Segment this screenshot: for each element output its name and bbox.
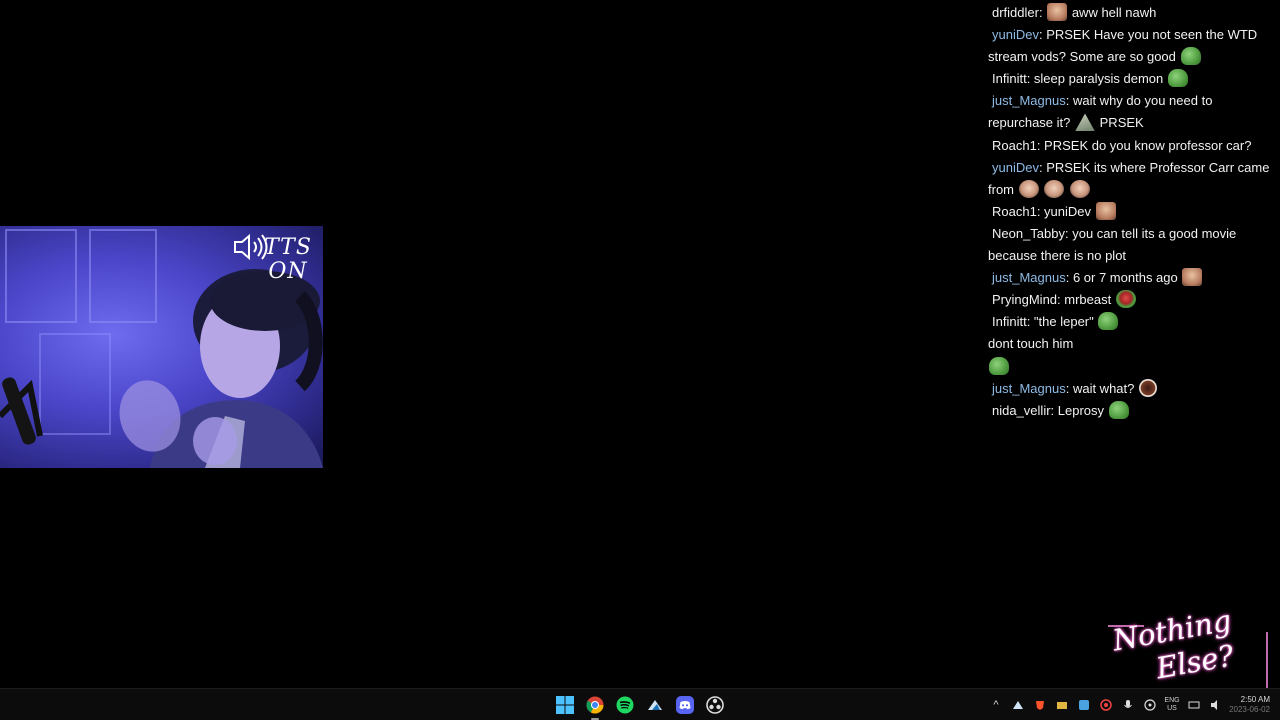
chat-message xyxy=(988,356,1274,378)
windows-icon xyxy=(556,695,574,714)
frog-emote-icon xyxy=(989,356,1009,375)
obs-icon xyxy=(706,695,724,714)
frog-emote-icon xyxy=(1098,312,1119,331)
chat-message: drfiddler: aww hell nawh xyxy=(992,3,1157,21)
region-label: US xyxy=(1167,704,1177,712)
chat-username: Roach1 xyxy=(992,137,1037,153)
taskbar-apps xyxy=(553,689,727,720)
folder-tray-icon[interactable] xyxy=(1054,697,1070,713)
chrome-icon xyxy=(586,696,604,713)
chat-username: just_Magnus xyxy=(992,93,1066,109)
chat-message: Neon_Tabby: you can tell its a good movi… xyxy=(988,225,1237,264)
volume-icon[interactable] xyxy=(1208,697,1224,713)
chat-message: just_Magnus: 6 or 7 months ago xyxy=(988,267,1274,289)
chat-text-extra: PRSEK xyxy=(1099,115,1144,131)
chat-username: yuniDev xyxy=(992,159,1039,175)
chat-username: Neon_Tabby xyxy=(992,225,1065,241)
chat-username: yuniDev xyxy=(992,27,1039,43)
steam-tray-icon[interactable] xyxy=(1010,697,1026,713)
chat-message: Infinitt: "the leper" xyxy=(988,311,1274,333)
spotify-icon xyxy=(616,696,634,713)
clock-date: 2023-06-02 xyxy=(1229,705,1270,714)
chat-text: wait what? xyxy=(1072,380,1135,396)
network-icon[interactable] xyxy=(1186,697,1202,713)
tray-overflow-chevron-up-icon[interactable]: ^ xyxy=(988,697,1004,713)
spotify-taskbar-button[interactable] xyxy=(613,693,637,717)
chat-text: sleep paralysis demon xyxy=(1033,71,1164,87)
chat-message: dont touch him xyxy=(988,333,1274,355)
frog-emote-icon xyxy=(1115,290,1136,309)
app-tray-icon[interactable] xyxy=(1076,697,1092,713)
head-emote-icon xyxy=(1069,179,1090,198)
language-indicator[interactable]: ENG US xyxy=(1164,697,1180,713)
pyramid-emote-icon xyxy=(1075,113,1096,132)
chat-text: dont touch him xyxy=(988,336,1074,352)
tts-line-1: TTS xyxy=(264,235,312,260)
chat-overlay: drfiddler: aww hell nawh yuniDev: PRSEK … xyxy=(988,2,1274,422)
chat-message: just_Magnus: wait what? xyxy=(988,378,1274,400)
obs-tray-icon[interactable] xyxy=(1142,697,1158,713)
face-emote-icon xyxy=(1182,268,1203,287)
chat-message: Roach1: PRSEK do you know professor car? xyxy=(992,137,1252,153)
chat-username: PryingMind xyxy=(992,292,1058,308)
chat-text: PRSEK do you know professor car? xyxy=(1044,137,1252,153)
chat-text: mrbeast xyxy=(1064,292,1112,308)
chat-text: Leprosy xyxy=(1057,402,1105,418)
chrome-taskbar-button[interactable] xyxy=(583,693,607,720)
chat-username: just_Magnus xyxy=(992,270,1066,286)
chat-message: just_Magnus: wait why do you need to rep… xyxy=(988,93,1213,132)
language-label: ENG xyxy=(1164,696,1180,704)
chat-text: "the leper" xyxy=(1033,314,1094,330)
steam-taskbar-button[interactable] xyxy=(643,693,667,717)
tts-label: TTS ON xyxy=(263,236,313,284)
frog-emote-icon xyxy=(1108,400,1129,419)
frog-emote-icon xyxy=(1167,69,1188,88)
chat-username: Infinitt xyxy=(992,71,1027,87)
taskbar: ^ ENG US 2:50 AM 2023-06-02 xyxy=(0,688,1280,720)
chat-username: just_Magnus xyxy=(992,380,1066,396)
face-emote-icon xyxy=(1095,201,1116,220)
chat-username: nida_vellir xyxy=(992,402,1051,418)
chat-message: yuniDev: PRSEK Have you not seen the WTD… xyxy=(988,27,1258,66)
clock-time: 2:50 AM xyxy=(1240,695,1270,704)
chat-text: 6 or 7 months ago xyxy=(1072,270,1178,286)
tts-indicator: TTS ON xyxy=(233,232,315,290)
brave-tray-icon[interactable] xyxy=(1032,697,1048,713)
face-emote-icon xyxy=(1047,3,1068,21)
chat-username: Infinitt xyxy=(992,314,1027,330)
system-clock[interactable]: 2:50 AM 2023-06-02 xyxy=(1226,695,1270,715)
tts-line-2: ON xyxy=(268,259,308,284)
chat-message: nida_vellir: Leprosy xyxy=(988,400,1274,422)
chat-message: yuniDev: PRSEK its where Professor Carr … xyxy=(988,159,1270,198)
obs-taskbar-button[interactable] xyxy=(703,693,727,717)
webcam-feed: TTS ON xyxy=(0,226,323,468)
chat-text: aww hell nawh xyxy=(1071,5,1157,20)
system-tray: ^ ENG US xyxy=(988,689,1224,720)
chat-message: Roach1: yuniDev xyxy=(988,201,1274,223)
head-emote-icon xyxy=(1044,179,1065,198)
start-button[interactable] xyxy=(553,693,577,717)
chat-message: Infinitt: sleep paralysis demon xyxy=(988,68,1274,90)
steam-icon xyxy=(648,699,662,710)
chat-username: drfiddler xyxy=(992,5,1039,20)
head-emote-icon xyxy=(1018,179,1039,198)
chat-username: Roach1 xyxy=(992,203,1037,219)
donut-emote-icon xyxy=(1139,378,1157,397)
frog-emote-icon xyxy=(1180,47,1201,66)
chat-message: PryingMind: mrbeast xyxy=(988,289,1274,311)
discord-icon xyxy=(676,695,694,714)
record-tray-icon[interactable] xyxy=(1098,697,1114,713)
discord-taskbar-button[interactable] xyxy=(673,693,697,717)
microphone-icon[interactable] xyxy=(1120,697,1136,713)
chat-text: yuniDev xyxy=(1044,203,1092,219)
